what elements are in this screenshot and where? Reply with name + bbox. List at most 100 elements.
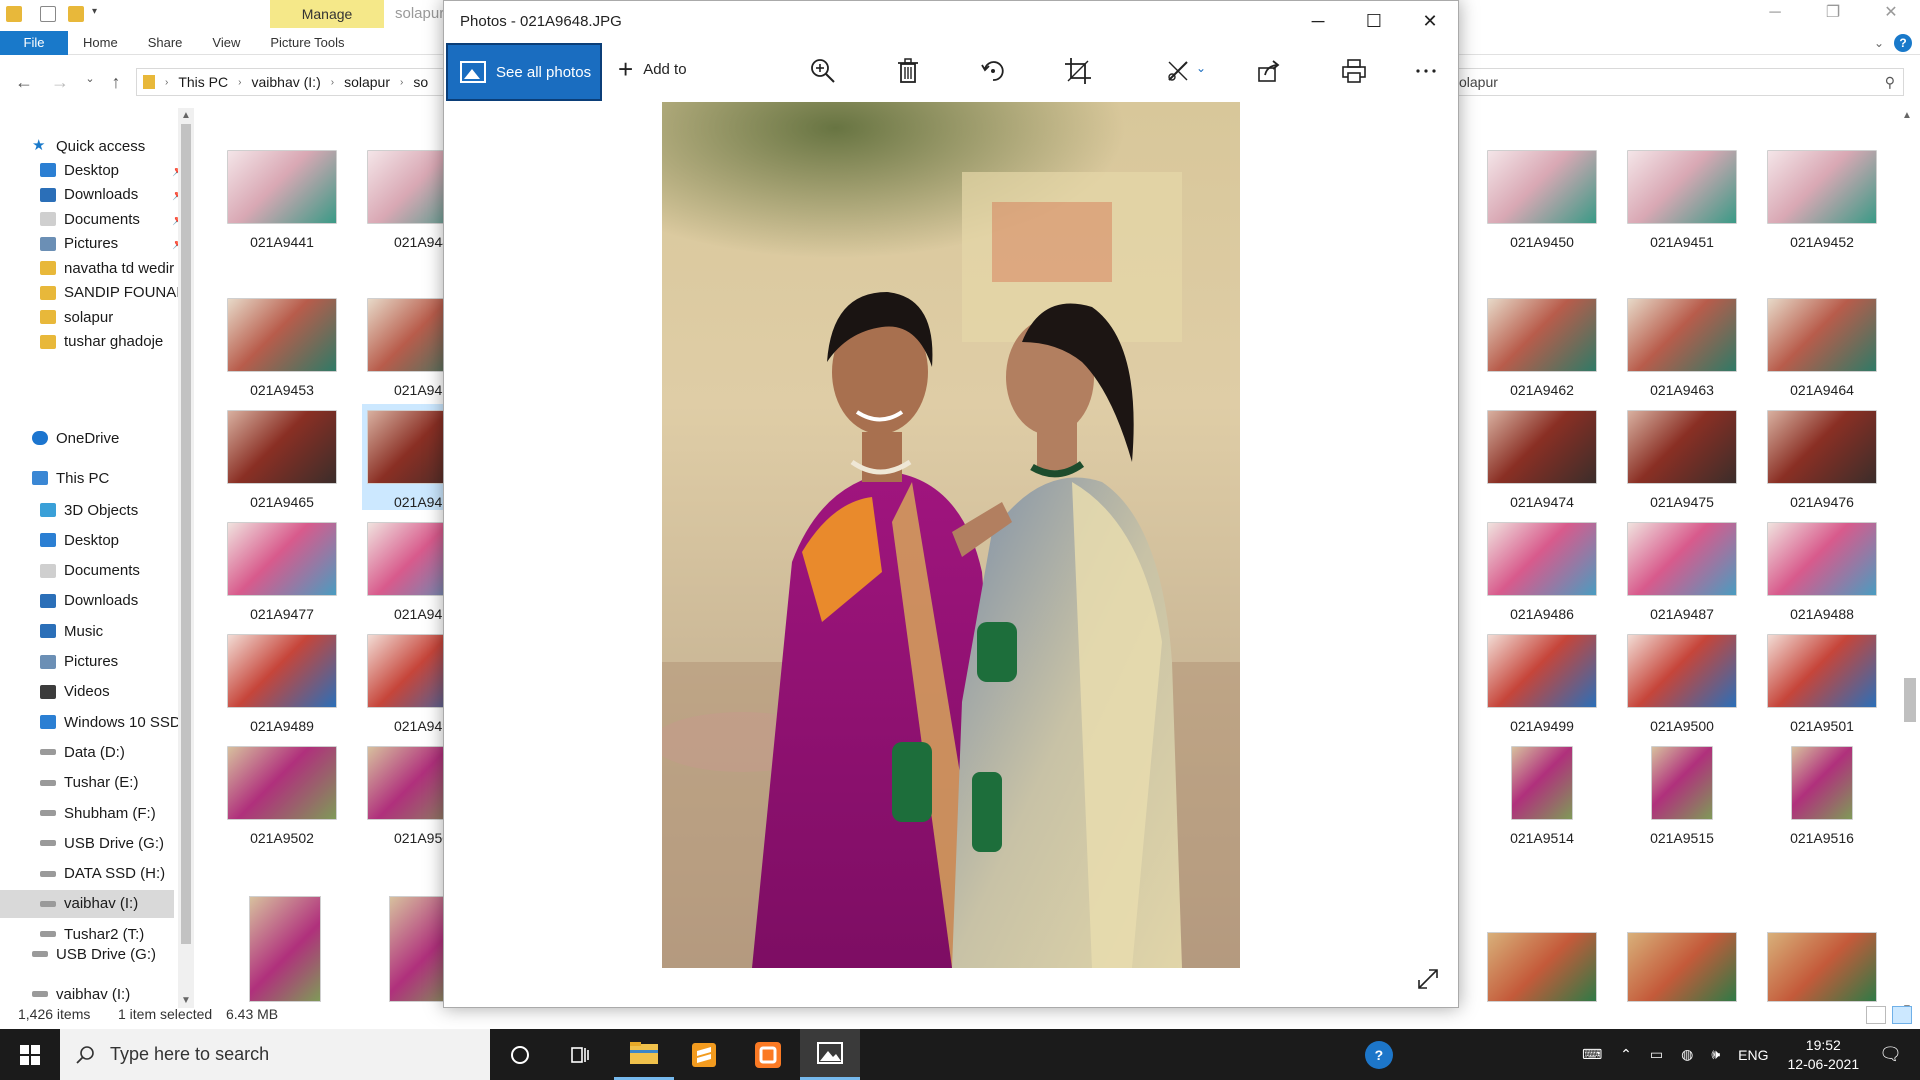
volume-icon[interactable]: 🕪: [1711, 1046, 1720, 1063]
content-scrollbar[interactable]: ▲ ▼: [1900, 108, 1918, 1014]
taskbar-sublime-text[interactable]: [674, 1029, 734, 1080]
add-to-button[interactable]: + Add to: [618, 56, 687, 82]
manage-context-tab[interactable]: Manage: [270, 0, 384, 28]
file-thumbnail-item[interactable]: 021A9465: [222, 404, 342, 510]
photos-close-button[interactable]: ✕: [1402, 1, 1458, 41]
taskbar-xampp[interactable]: [738, 1029, 798, 1080]
search-input[interactable]: olapur ⚲: [1450, 68, 1904, 96]
tab-view[interactable]: View: [197, 31, 255, 55]
file-thumbnail-item[interactable]: 021A9477: [222, 516, 342, 622]
nav-scrollbar[interactable]: ▲ ▼: [178, 108, 194, 1008]
nav-pc-item[interactable]: Music: [40, 617, 103, 645]
language-indicator[interactable]: ENG: [1738, 1047, 1768, 1063]
breadcrumb-solapur[interactable]: solapur: [344, 74, 390, 90]
task-view-button[interactable]: [550, 1029, 610, 1080]
file-thumbnail-item[interactable]: 021A9516: [1762, 740, 1882, 846]
nav-pc-item[interactable]: Data (D:): [40, 738, 125, 766]
zoom-icon[interactable]: [807, 55, 839, 87]
network-icon[interactable]: ◍: [1681, 1046, 1693, 1063]
tab-home[interactable]: Home: [68, 31, 133, 55]
keyboard-icon[interactable]: ⌨: [1582, 1046, 1602, 1063]
explorer-restore-button[interactable]: ❐: [1804, 0, 1862, 28]
recent-locations-icon[interactable]: ⌄: [80, 72, 100, 85]
file-thumbnail-item[interactable]: 021A9453: [222, 292, 342, 398]
taskbar-file-explorer[interactable]: [614, 1029, 674, 1080]
nav-pc-item[interactable]: Shubham (F:): [40, 799, 156, 827]
help-icon[interactable]: ?: [1894, 34, 1912, 52]
image-thumbnail[interactable]: [1767, 932, 1877, 1002]
nav-quick-item[interactable]: tushar ghadoje: [40, 328, 163, 356]
nav-pc-item[interactable]: Pictures: [40, 648, 118, 676]
file-thumbnail-item[interactable]: 021A9502: [222, 740, 342, 846]
image-thumbnail[interactable]: [249, 896, 321, 1002]
tab-picture-tools[interactable]: Picture Tools: [255, 31, 359, 55]
chevron-up-icon[interactable]: ⌃: [1620, 1046, 1632, 1063]
nav-pc-item[interactable]: vaibhav (I:): [0, 889, 174, 918]
breadcrumb-sub[interactable]: so: [413, 74, 428, 90]
chevron-down-icon[interactable]: ⌄: [1196, 61, 1206, 75]
fullscreen-icon[interactable]: [1414, 965, 1442, 993]
tab-file[interactable]: File: [0, 30, 68, 55]
nav-pc-item[interactable]: DATA SSD (H:): [40, 860, 165, 888]
edit-icon[interactable]: [1162, 55, 1194, 87]
taskbar-search-box[interactable]: Type here to search: [60, 1029, 490, 1080]
file-thumbnail-item[interactable]: 021A9489: [222, 628, 342, 734]
nav-pc-item[interactable]: USB Drive (G:): [40, 829, 164, 857]
nav-pc-item[interactable]: Desktop: [40, 526, 119, 554]
file-thumbnail-item[interactable]: 021A9486: [1482, 516, 1602, 622]
expand-ribbon-icon[interactable]: ⌄: [1874, 36, 1884, 50]
properties-icon[interactable]: [40, 6, 56, 22]
file-thumbnail-item[interactable]: 021A9487: [1622, 516, 1742, 622]
tab-share[interactable]: Share: [133, 31, 198, 55]
scroll-thumb[interactable]: [1904, 678, 1916, 722]
file-thumbnail-item[interactable]: 021A9462: [1482, 292, 1602, 398]
photos-minimize-button[interactable]: ─: [1290, 1, 1346, 41]
image-thumbnail[interactable]: [1627, 932, 1737, 1002]
file-thumbnail-item[interactable]: 021A9488: [1762, 516, 1882, 622]
up-arrow-icon[interactable]: ↑: [106, 72, 126, 93]
nav-pc-item[interactable]: Documents: [40, 557, 140, 585]
nav-pc-item[interactable]: Windows 10 SSD: [40, 708, 178, 736]
rotate-icon[interactable]: [977, 55, 1009, 87]
nav-pc-item[interactable]: Tushar (E:): [40, 769, 138, 797]
clock[interactable]: 19:52 12-06-2021: [1788, 1036, 1860, 1074]
file-thumbnail-item[interactable]: 021A9476: [1762, 404, 1882, 510]
photo-viewer-image[interactable]: [662, 102, 1240, 968]
battery-icon[interactable]: ▭: [1650, 1046, 1663, 1063]
scroll-up-icon[interactable]: ▲: [178, 110, 194, 121]
notification-icon[interactable]: 🗨: [1879, 1044, 1902, 1065]
file-thumbnail-item[interactable]: 021A9499: [1482, 628, 1602, 734]
crop-icon[interactable]: [1062, 55, 1094, 87]
file-thumbnail-item[interactable]: 021A9441: [222, 144, 342, 250]
back-arrow-icon[interactable]: ←: [14, 72, 34, 93]
share-icon[interactable]: [1253, 55, 1285, 87]
photos-maximize-button[interactable]: ☐: [1346, 1, 1402, 41]
print-icon[interactable]: [1338, 55, 1370, 87]
file-thumbnail-item[interactable]: 021A9500: [1622, 628, 1742, 734]
help-icon[interactable]: ?: [1364, 1040, 1393, 1069]
file-thumbnail-item[interactable]: 021A9463: [1622, 292, 1742, 398]
file-thumbnail-item[interactable]: 021A9450: [1482, 144, 1602, 250]
image-thumbnail[interactable]: [1487, 932, 1597, 1002]
start-button[interactable]: [0, 1029, 60, 1080]
file-thumbnail-item[interactable]: 021A9514: [1482, 740, 1602, 846]
file-thumbnail-item[interactable]: 021A9451: [1622, 144, 1742, 250]
forward-arrow-icon[interactable]: →: [50, 72, 70, 93]
scroll-up-icon[interactable]: ▲: [1902, 110, 1912, 121]
nav-pc-item[interactable]: Videos: [40, 678, 110, 706]
nav-usb-drive[interactable]: USB Drive (G:): [32, 940, 156, 968]
file-thumbnail-item[interactable]: 021A9501: [1762, 628, 1882, 734]
scroll-thumb[interactable]: [181, 124, 191, 944]
breadcrumb-this-pc[interactable]: This PC: [178, 74, 228, 90]
new-folder-icon[interactable]: [68, 6, 84, 22]
taskbar-photos[interactable]: [800, 1029, 860, 1080]
nav-this-pc[interactable]: This PC: [32, 464, 109, 492]
nav-pc-item[interactable]: Downloads: [40, 587, 138, 615]
explorer-close-button[interactable]: ✕: [1862, 0, 1920, 28]
folder-icon[interactable]: [6, 6, 22, 22]
delete-icon[interactable]: [892, 55, 924, 87]
more-icon[interactable]: [1410, 55, 1442, 87]
breadcrumb-vaibhav[interactable]: vaibhav (I:): [251, 74, 320, 90]
file-thumbnail-item[interactable]: 021A9464: [1762, 292, 1882, 398]
file-thumbnail-item[interactable]: 021A9515: [1622, 740, 1742, 846]
